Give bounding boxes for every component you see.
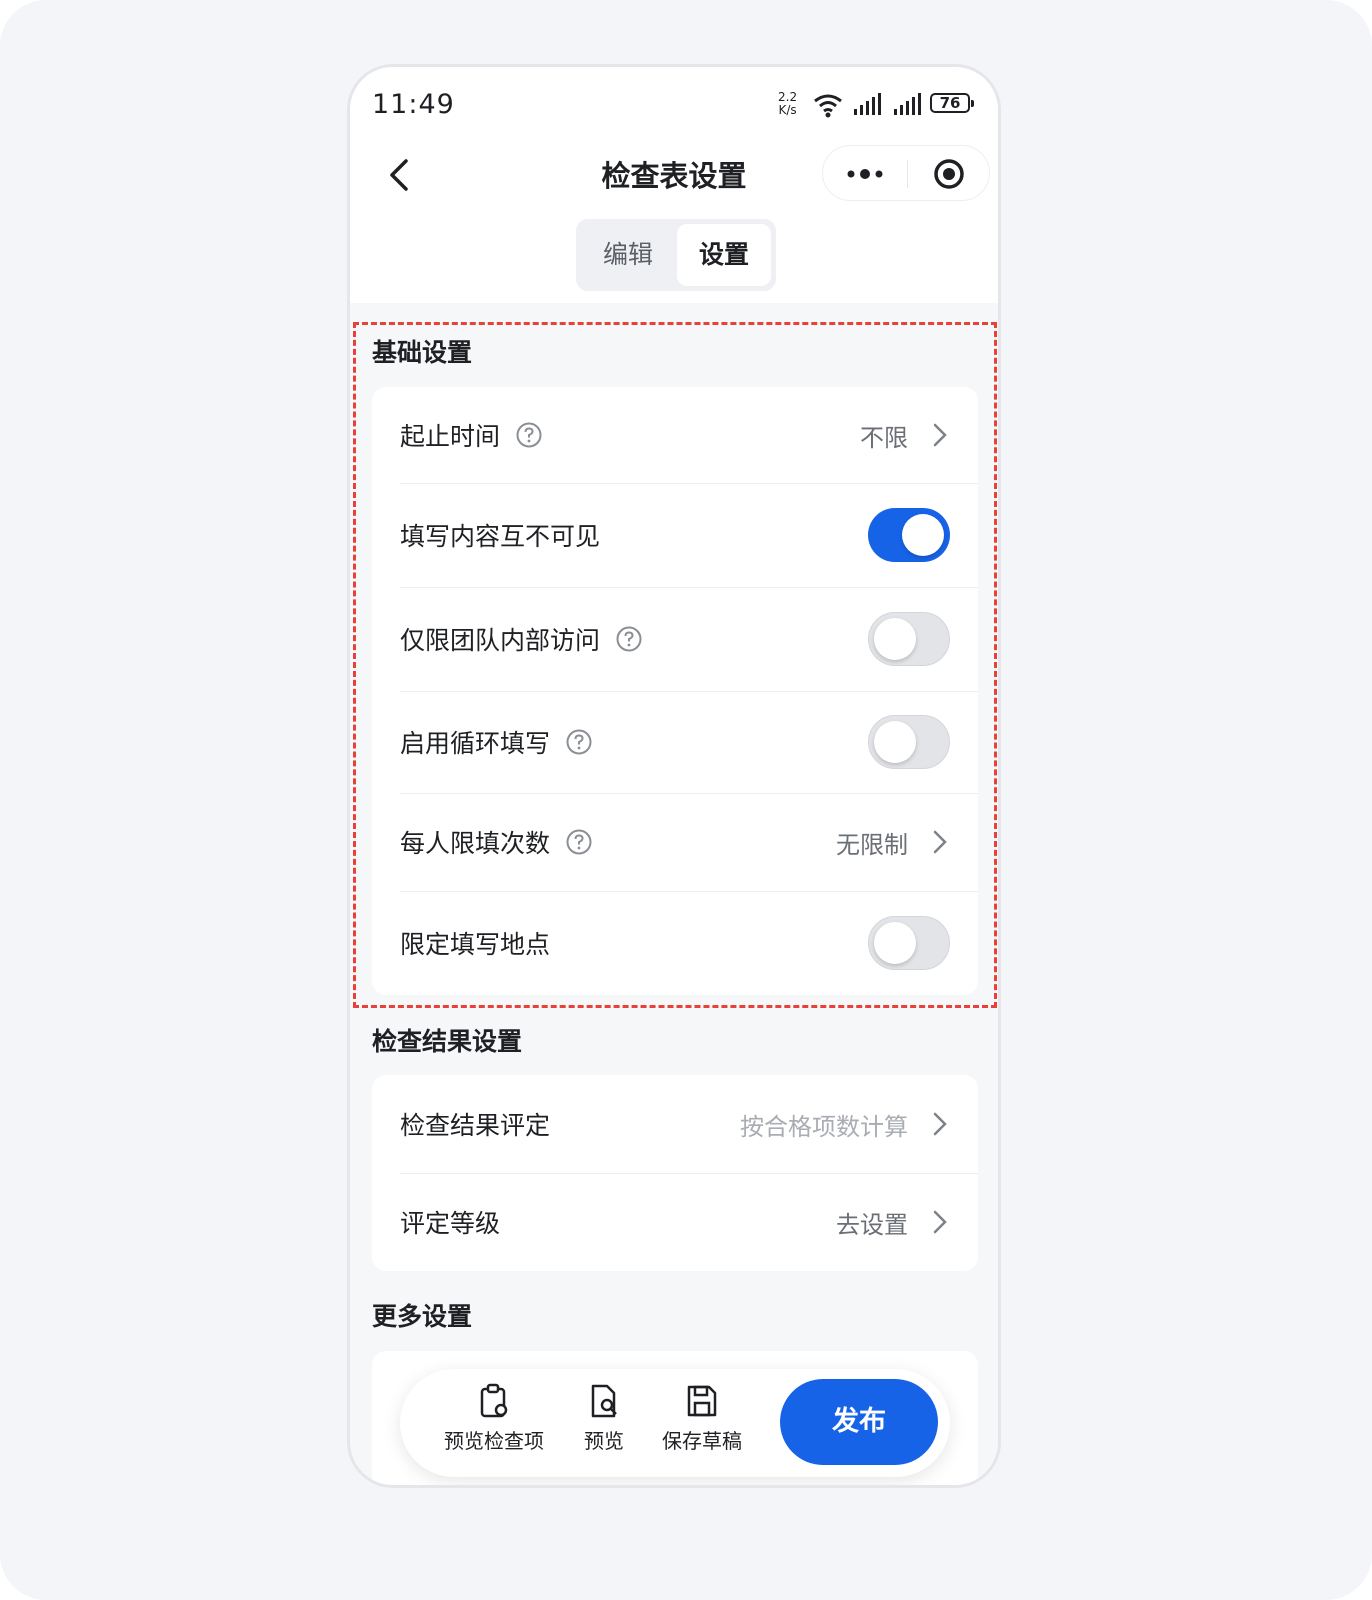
rating-level-label: 评定等级 — [400, 1209, 501, 1238]
team-only-access-toggle[interactable] — [868, 612, 950, 666]
more-icon[interactable] — [845, 161, 885, 187]
result-settings-card: 检查结果评定 按合格项数计算 评定等级 去设置 — [372, 1075, 978, 1271]
section-title-basic: 基础设置 — [372, 338, 473, 367]
publish-button[interactable]: 发布 — [780, 1379, 938, 1465]
mode-segmented-control: 编辑 设置 — [576, 219, 776, 291]
capsule-divider — [907, 160, 908, 188]
chevron-right-icon — [933, 423, 947, 447]
help-icon[interactable] — [566, 729, 592, 755]
toggle-knob — [874, 721, 916, 763]
start-end-time-value: 不限 — [860, 423, 908, 452]
toggle-knob — [874, 922, 916, 964]
floppy-disk-icon — [687, 1385, 717, 1417]
preview-button[interactable]: 预览 — [574, 1383, 634, 1454]
status-time: 11:49 — [372, 89, 455, 120]
mini-program-capsule — [822, 145, 990, 201]
section-title-more: 更多设置 — [372, 1302, 473, 1331]
help-icon[interactable] — [516, 422, 542, 448]
preview-items-button[interactable]: 预览检查项 — [438, 1383, 550, 1454]
clipboard-preview-icon — [480, 1383, 508, 1418]
row-label: 起止时间 — [400, 387, 542, 483]
help-icon[interactable] — [566, 829, 592, 855]
signal-icon-secondary — [894, 93, 921, 115]
toggle-knob — [902, 514, 944, 556]
close-target-icon[interactable] — [933, 158, 965, 190]
fill-limit-value: 无限制 — [836, 830, 908, 859]
header-area: 11:49 2.2 K/s 76 检查表设置 编辑 设置 — [350, 67, 998, 303]
row-fill-location: 限定填写地点 — [372, 891, 978, 995]
signal-icon — [854, 93, 881, 115]
loop-fill-label: 启用循环填写 — [400, 729, 551, 758]
network-speed: 2.2 K/s — [778, 91, 797, 117]
preview-items-label: 预览检查项 — [444, 1429, 544, 1453]
content-invisible-toggle[interactable] — [868, 508, 950, 562]
loop-fill-toggle[interactable] — [868, 715, 950, 769]
battery-indicator: 76 — [930, 93, 974, 113]
rating-level-value: 去设置 — [836, 1210, 908, 1239]
save-draft-label: 保存草稿 — [662, 1429, 742, 1453]
team-only-access-label: 仅限团队内部访问 — [400, 626, 601, 655]
tab-settings[interactable]: 设置 — [677, 224, 771, 286]
content-invisible-label: 填写内容互不可见 — [400, 522, 601, 551]
fill-limit-label: 每人限填次数 — [400, 829, 551, 858]
row-start-end-time[interactable]: 起止时间 不限 — [372, 387, 978, 483]
row-rating-level[interactable]: 评定等级 去设置 — [372, 1173, 978, 1271]
chevron-right-icon — [933, 830, 947, 854]
row-fill-limit[interactable]: 每人限填次数 无限制 — [372, 793, 978, 891]
bottom-action-bar: 预览检查项 预览 保存草稿 发布 — [400, 1369, 950, 1477]
save-draft-button[interactable]: 保存草稿 — [656, 1383, 748, 1454]
fill-location-label: 限定填写地点 — [400, 930, 551, 959]
phone-frame: 11:49 2.2 K/s 76 检查表设置 编辑 设置 基础设置 起止时间 不… — [347, 64, 1001, 1488]
result-evaluation-label: 检查结果评定 — [400, 1111, 551, 1140]
row-result-evaluation[interactable]: 检查结果评定 按合格项数计算 — [372, 1075, 978, 1173]
network-speed-unit: K/s — [778, 103, 797, 117]
section-title-result: 检查结果设置 — [372, 1027, 523, 1056]
row-label: 仅限团队内部访问 — [400, 587, 642, 691]
result-evaluation-value: 按合格项数计算 — [740, 1112, 908, 1141]
chevron-right-icon — [933, 1210, 947, 1234]
row-content-invisible: 填写内容互不可见 — [372, 483, 978, 587]
tab-edit[interactable]: 编辑 — [581, 224, 675, 286]
start-end-time-label: 起止时间 — [400, 422, 501, 451]
row-label: 启用循环填写 — [400, 691, 592, 793]
chevron-right-icon — [933, 1112, 947, 1136]
help-icon[interactable] — [616, 626, 642, 652]
document-search-icon — [591, 1384, 617, 1418]
wifi-icon — [814, 94, 842, 118]
row-loop-fill: 启用循环填写 — [372, 691, 978, 793]
preview-label: 预览 — [584, 1429, 624, 1453]
fill-location-toggle[interactable] — [868, 916, 950, 970]
toggle-knob — [874, 618, 916, 660]
basic-settings-card: 起止时间 不限 填写内容互不可见 仅限团队内部访问 启用循环填写 每人限填次数 … — [372, 387, 978, 995]
row-team-only-access: 仅限团队内部访问 — [372, 587, 978, 691]
row-label: 每人限填次数 — [400, 793, 592, 891]
